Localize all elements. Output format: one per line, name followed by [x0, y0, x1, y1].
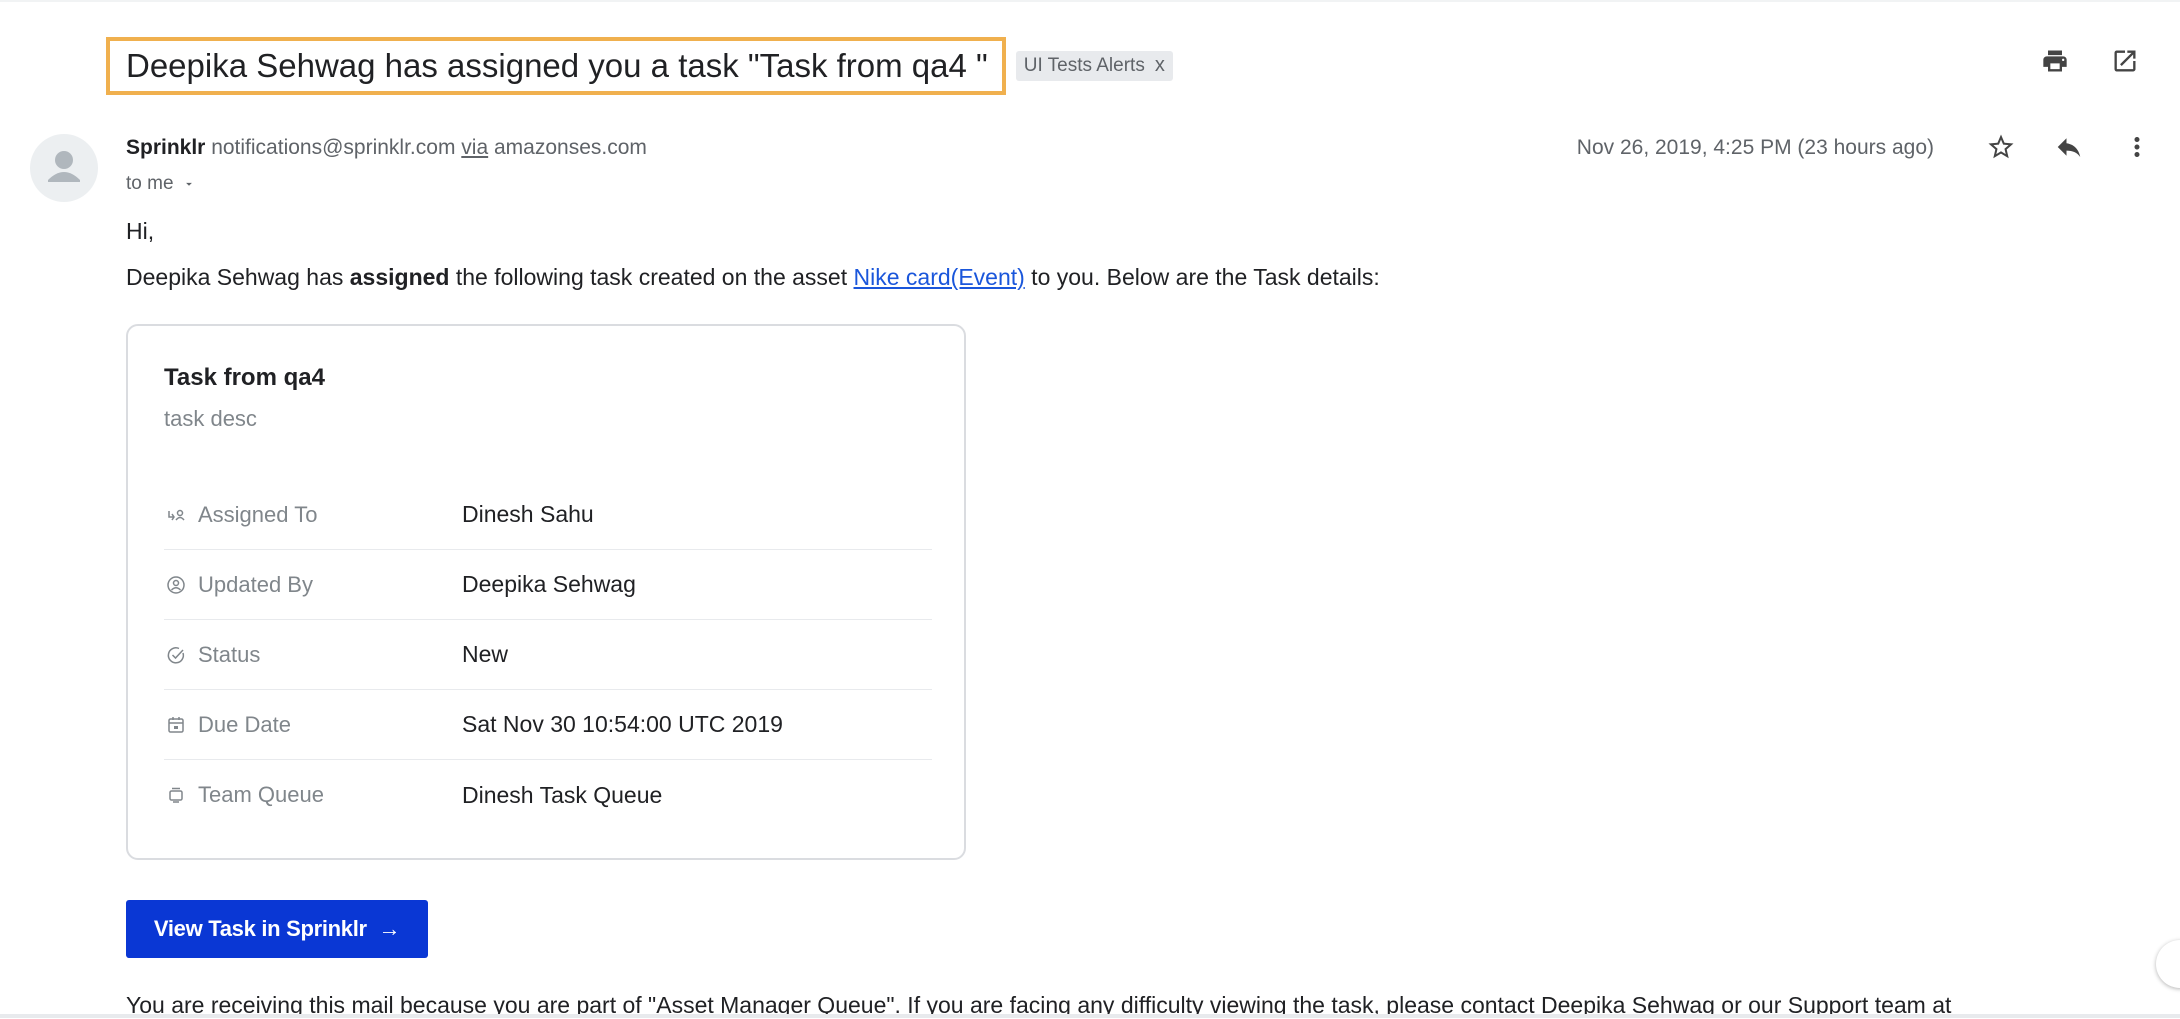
row-label: Due Date [198, 711, 291, 737]
reply-icon[interactable] [2052, 130, 2086, 164]
row-value: Sat Nov 30 10:54:00 UTC 2019 [462, 711, 783, 737]
label-chip-remove[interactable]: x [1155, 54, 1165, 77]
row-value: New [462, 641, 509, 667]
sender-avatar [30, 134, 98, 202]
row-value: Dinesh Task Queue [462, 781, 663, 808]
user-circle-icon [164, 573, 188, 597]
intro-paragraph: Deepika Sehwag has assigned the followin… [126, 264, 1380, 291]
subject-highlight-box: Deepika Sehwag has assigned you a task "… [106, 37, 1006, 95]
calendar-icon [164, 713, 188, 737]
task-card: Task from qa4 task desc Assigned To Dine… [126, 324, 966, 860]
row-label: Updated By [198, 571, 313, 597]
assigned-to-icon [164, 503, 188, 527]
top-divider [0, 0, 2180, 2]
intro-suffix: to you. Below are the Task details: [1024, 264, 1380, 290]
recipients-toggle[interactable]: to me [126, 173, 196, 195]
subject-row: Deepika Sehwag has assigned you a task "… [106, 34, 1173, 98]
default-avatar-icon [48, 151, 80, 182]
open-in-new-window-icon[interactable] [2108, 44, 2142, 78]
task-row-assigned-to: Assigned To Dinesh Sahu [164, 480, 932, 550]
task-description: task desc [164, 406, 257, 431]
more-vert-icon[interactable] [2120, 130, 2154, 164]
task-row-updated-by: Updated By Deepika Sehwag [164, 550, 932, 620]
label-chip-text: UI Tests Alerts [1023, 54, 1145, 76]
view-task-button[interactable]: View Task in Sprinklr → [126, 900, 428, 958]
print-icon[interactable] [2038, 44, 2072, 78]
row-label: Team Queue [198, 782, 324, 807]
view-task-label: View Task in Sprinklr [153, 916, 367, 941]
label-chip[interactable]: UI Tests Alerts x [1015, 51, 1173, 81]
sender-name[interactable]: Sprinklr [126, 136, 205, 159]
task-row-team-queue: Team Queue Dinesh Task Queue [164, 760, 932, 830]
greeting: Hi, [126, 218, 155, 244]
side-panel-toggle[interactable] [2156, 940, 2180, 988]
task-row-status: Status New [164, 620, 932, 690]
sender-email: notifications@sprinklr.com [211, 136, 456, 159]
email-date: Nov 26, 2019, 4:25 PM (23 hours ago) [1576, 136, 1934, 159]
sender-line: Sprinklr notifications@sprinklr.com via … [126, 136, 647, 160]
row-value: Dinesh Sahu [462, 501, 594, 527]
row-value: Deepika Sehwag [462, 571, 636, 597]
email-subject: Deepika Sehwag has assigned you a task "… [126, 47, 988, 84]
asset-link[interactable]: Nike card(Event) [854, 264, 1025, 290]
task-title: Task from qa4 [164, 364, 325, 391]
row-label: Status [198, 641, 261, 667]
via-link[interactable]: via [461, 136, 488, 159]
via-domain: amazonses.com [494, 136, 647, 159]
task-details: Assigned To Dinesh Sahu Updated By Deepi… [164, 480, 932, 830]
star-icon[interactable] [1984, 130, 2018, 164]
message-actions [1984, 130, 2154, 164]
status-check-icon [164, 643, 188, 667]
arrow-right-icon: → [378, 916, 401, 941]
thread-actions [2038, 44, 2142, 78]
email-view: Deepika Sehwag has assigned you a task "… [0, 0, 2180, 1018]
intro-bold: assigned [349, 264, 450, 290]
task-row-due-date: Due Date Sat Nov 30 10:54:00 UTC 2019 [164, 690, 932, 760]
chevron-down-icon [185, 182, 192, 186]
intro-prefix: Deepika Sehwag has [126, 264, 350, 290]
to-me-label: to me [126, 173, 174, 194]
row-label: Assigned To [198, 501, 318, 527]
intro-mid: the following task created on the asset [449, 264, 854, 290]
queue-icon [164, 783, 188, 807]
bottom-divider [0, 1014, 2180, 1018]
